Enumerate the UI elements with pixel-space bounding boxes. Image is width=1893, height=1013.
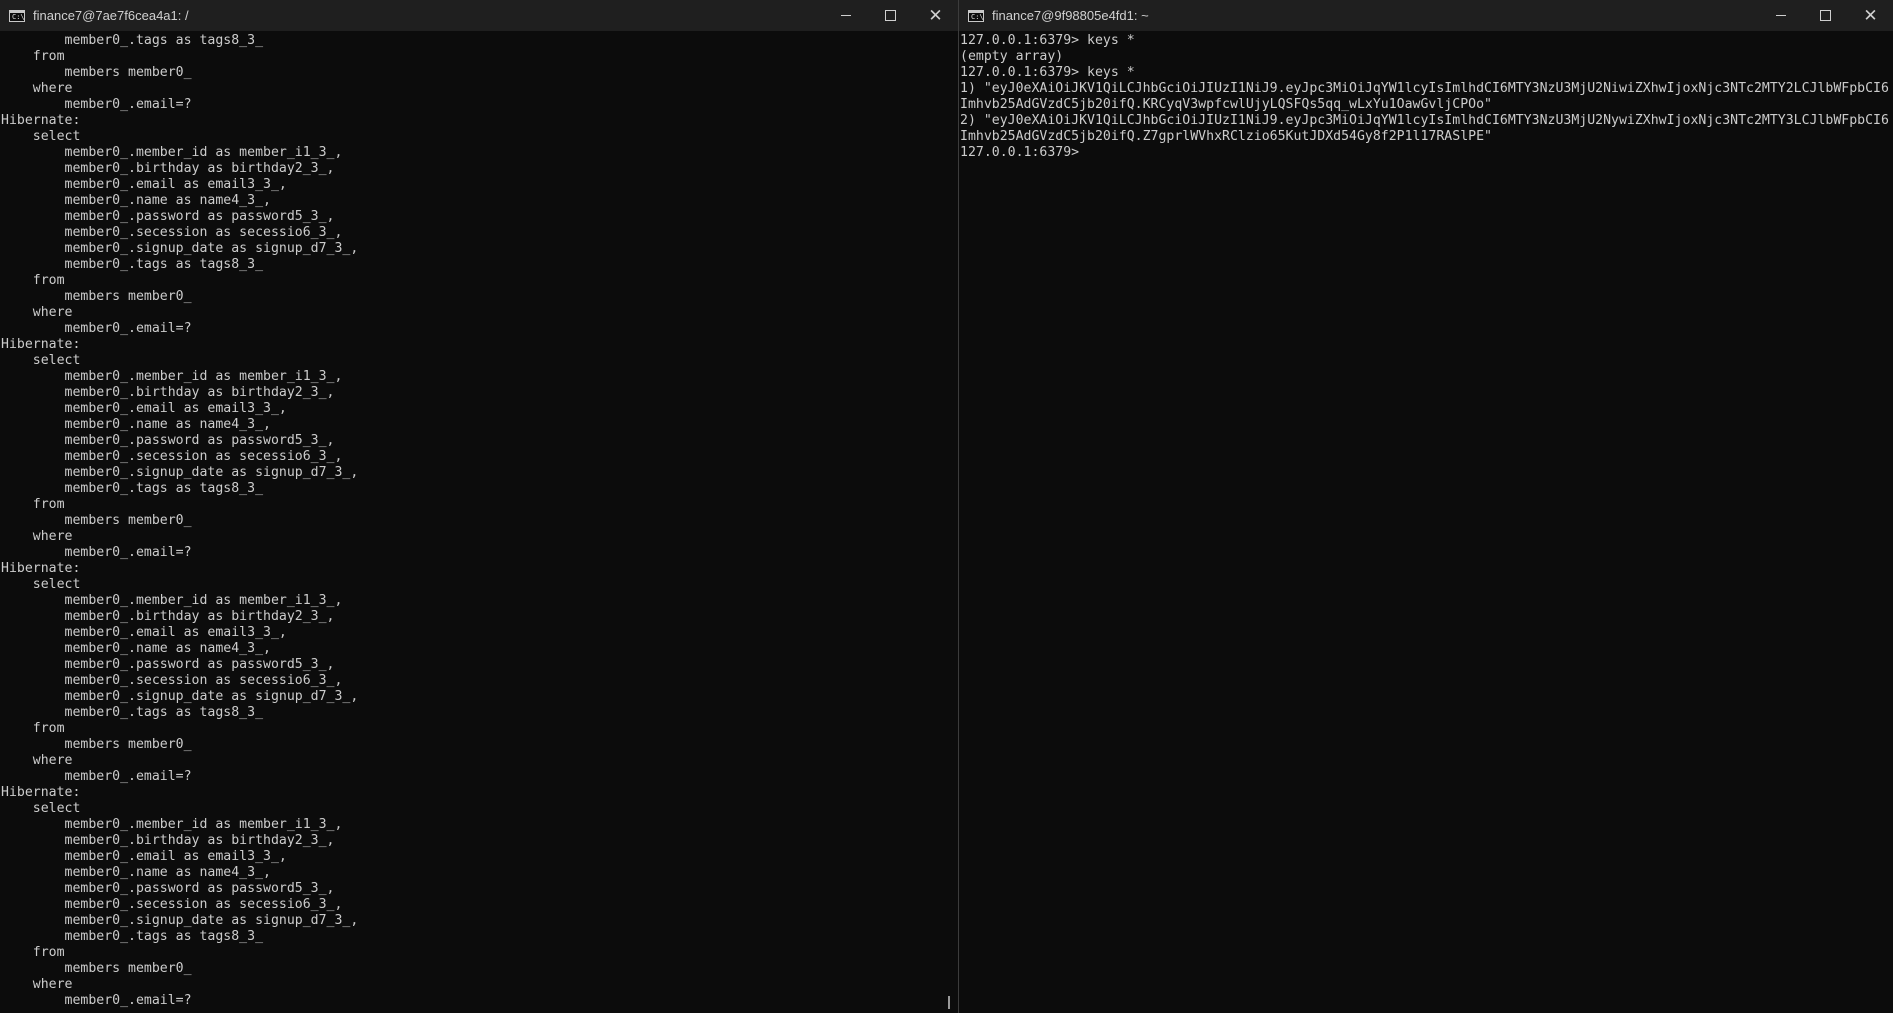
terminal-line: member0_.email as email3_3_,	[1, 625, 287, 640]
terminal-line: 127.0.0.1:6379> keys *	[960, 33, 1135, 48]
terminal-line: from	[1, 49, 65, 64]
terminal-line: member0_.birthday as birthday2_3_,	[1, 385, 335, 400]
terminal-line: member0_.email=?	[1, 321, 192, 336]
terminal-line: member0_.name as name4_3_,	[1, 417, 271, 432]
terminal-line: member0_.member_id as member_i1_3_,	[1, 369, 343, 384]
terminal-line: where	[1, 81, 73, 96]
terminal-line: member0_.secession as secessio6_3_,	[1, 449, 343, 464]
terminal-line: 2) "eyJ0eXAiOiJKV1QiLCJhbGciOiJIUzI1NiJ9…	[960, 113, 1889, 128]
terminal-window-right[interactable]: C:\ finance7@9f98805e4fd1: ~ ✕ 127.0.0.1…	[959, 0, 1893, 1013]
terminal-output[interactable]: 127.0.0.1:6379> keys * (empty array) 127.0…	[959, 31, 1893, 161]
terminal-line: member0_.password as password5_3_,	[1, 433, 335, 448]
maximize-button[interactable]	[1803, 0, 1848, 31]
maximize-button[interactable]	[868, 0, 913, 31]
maximize-icon	[885, 10, 896, 21]
window-title: finance7@9f98805e4fd1: ~	[992, 8, 1149, 23]
terminal-line: select	[1, 129, 81, 144]
terminal-line: member0_.email=?	[1, 993, 192, 1008]
terminal-line: select	[1, 353, 81, 368]
terminal-line: Imhvb25AdGVzdC5jb20ifQ.KRCyqV3wpfcwlUjyL…	[960, 97, 1492, 112]
terminal-line: where	[1, 977, 73, 992]
terminal-line: member0_.signup_date as signup_d7_3_,	[1, 689, 359, 704]
title-bar[interactable]: C:\ finance7@9f98805e4fd1: ~ ✕	[959, 0, 1893, 31]
terminal-line: member0_.password as password5_3_,	[1, 881, 335, 896]
terminal-line: member0_.tags as tags8_3_	[1, 705, 264, 720]
terminal-line: member0_.name as name4_3_,	[1, 193, 271, 208]
minimize-icon	[1775, 15, 1786, 16]
terminal-line: member0_.member_id as member_i1_3_,	[1, 593, 343, 608]
scrollbar[interactable]	[948, 996, 950, 1009]
terminal-line: member0_.email=?	[1, 97, 192, 112]
terminal-line: member0_.signup_date as signup_d7_3_,	[1, 465, 359, 480]
terminal-line: Imhvb25AdGVzdC5jb20ifQ.Z7gprlWVhxRClzio6…	[960, 129, 1492, 144]
terminal-line: member0_.password as password5_3_,	[1, 209, 335, 224]
terminal-line: member0_.name as name4_3_,	[1, 641, 271, 656]
terminal-line: Hibernate:	[1, 337, 81, 352]
terminal-line: members member0_	[1, 289, 192, 304]
terminal-window-left[interactable]: C:\ finance7@7ae7f6cea4a1: / ✕ member0_.…	[0, 0, 959, 1013]
terminal-line: member0_.signup_date as signup_d7_3_,	[1, 241, 359, 256]
terminal-line: (empty array)	[960, 49, 1064, 64]
terminal-line: member0_.tags as tags8_3_	[1, 33, 264, 48]
maximize-icon	[1820, 10, 1831, 21]
close-button[interactable]: ✕	[913, 0, 958, 31]
terminal-line: member0_.email as email3_3_,	[1, 849, 287, 864]
terminal-line: member0_.secession as secessio6_3_,	[1, 897, 343, 912]
terminal-line: Hibernate:	[1, 561, 81, 576]
terminal-line: members member0_	[1, 513, 192, 528]
terminal-line: where	[1, 529, 73, 544]
terminal-line: member0_.name as name4_3_,	[1, 865, 271, 880]
terminal-line: Hibernate:	[1, 113, 81, 128]
terminal-line: member0_.secession as secessio6_3_,	[1, 673, 343, 688]
close-button[interactable]: ✕	[1848, 0, 1893, 31]
terminal-line: members member0_	[1, 961, 192, 976]
terminal-line: member0_.email as email3_3_,	[1, 401, 287, 416]
minimize-button[interactable]	[823, 0, 868, 31]
terminal-line: member0_.member_id as member_i1_3_,	[1, 145, 343, 160]
terminal-line: 127.0.0.1:6379>	[960, 145, 1080, 160]
window-title: finance7@7ae7f6cea4a1: /	[33, 8, 189, 23]
minimize-button[interactable]	[1758, 0, 1803, 31]
terminal-line: select	[1, 801, 81, 816]
terminal-line: member0_.member_id as member_i1_3_,	[1, 817, 343, 832]
terminal-icon: C:\	[9, 9, 25, 22]
terminal-line: 1) "eyJ0eXAiOiJKV1QiLCJhbGciOiJIUzI1NiJ9…	[960, 81, 1889, 96]
terminal-line: member0_.signup_date as signup_d7_3_,	[1, 913, 359, 928]
terminal-line: member0_.birthday as birthday2_3_,	[1, 609, 335, 624]
terminal-line: member0_.tags as tags8_3_	[1, 481, 264, 496]
terminal-line: member0_.birthday as birthday2_3_,	[1, 161, 335, 176]
terminal-line: from	[1, 721, 65, 736]
terminal-line: member0_.email as email3_3_,	[1, 177, 287, 192]
terminal-line: member0_.email=?	[1, 545, 192, 560]
terminal-line: member0_.tags as tags8_3_	[1, 257, 264, 272]
terminal-line: member0_.password as password5_3_,	[1, 657, 335, 672]
close-icon: ✕	[1863, 5, 1878, 26]
terminal-line: where	[1, 305, 73, 320]
terminal-line: members member0_	[1, 737, 192, 752]
terminal-line: 127.0.0.1:6379> keys *	[960, 65, 1135, 80]
terminal-line: Hibernate:	[1, 785, 81, 800]
close-icon: ✕	[928, 5, 943, 26]
minimize-icon	[840, 15, 851, 16]
terminal-line: member0_.birthday as birthday2_3_,	[1, 833, 335, 848]
terminal-line: from	[1, 945, 65, 960]
terminal-line: member0_.tags as tags8_3_	[1, 929, 264, 944]
terminal-output[interactable]: member0_.tags as tags8_3_ from members m…	[0, 31, 958, 1009]
terminal-line: where	[1, 753, 73, 768]
terminal-line: member0_.email=?	[1, 769, 192, 784]
terminal-line: from	[1, 497, 65, 512]
terminal-icon: C:\	[968, 9, 984, 22]
title-bar[interactable]: C:\ finance7@7ae7f6cea4a1: / ✕	[0, 0, 958, 31]
terminal-line: member0_.secession as secessio6_3_,	[1, 225, 343, 240]
terminal-line: select	[1, 577, 81, 592]
terminal-line: members member0_	[1, 65, 192, 80]
terminal-line: from	[1, 273, 65, 288]
